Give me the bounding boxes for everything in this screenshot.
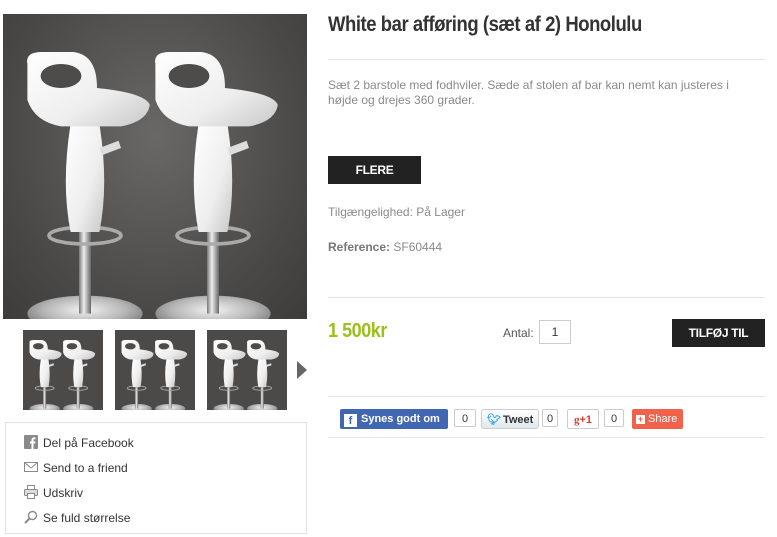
google-plus-count: 0 xyxy=(604,409,624,427)
product-main-image[interactable] xyxy=(3,14,307,319)
reference-value: SF60444 xyxy=(393,240,443,254)
thumbnail-next-arrow-icon[interactable] xyxy=(297,361,307,379)
product-description: Sæt 2 barstole med fodhviler. Sæde af st… xyxy=(328,78,729,107)
google-plus-button[interactable]: g+1 xyxy=(567,409,599,429)
quantity-input[interactable] xyxy=(539,320,571,344)
divider xyxy=(328,59,765,60)
printer-icon xyxy=(24,485,38,499)
add-to-cart-button[interactable]: TILFØJ TIL KURV xyxy=(672,319,765,368)
divider xyxy=(328,297,765,298)
tweet-button[interactable]: 🐦︎ Tweet xyxy=(481,409,539,429)
product-price: 1 500kr xyxy=(328,320,387,342)
more-details-button[interactable]: FLERE DETALJER xyxy=(328,156,421,205)
envelope-icon xyxy=(24,460,38,474)
facebook-icon: f xyxy=(344,414,357,427)
twitter-bird-icon: 🐦︎ xyxy=(487,414,501,426)
divider xyxy=(328,396,765,397)
thumbnail-2[interactable] xyxy=(115,330,195,410)
facebook-like-count: 0 xyxy=(454,409,476,427)
product-title: White bar afføring (sæt af 2) Honolulu xyxy=(328,13,642,36)
view-full-size-link[interactable]: Se fuld størrelse xyxy=(24,509,130,525)
send-to-friend-link[interactable]: Send to a friend xyxy=(24,459,128,475)
product-photo xyxy=(25,50,280,319)
thumbnail-1[interactable] xyxy=(23,330,103,410)
share-button[interactable]: + Share xyxy=(632,409,683,429)
plus-icon: + xyxy=(636,414,645,424)
reference-text: Reference: SF60444 xyxy=(328,240,442,254)
facebook-like-button[interactable]: f Synes godt om xyxy=(340,409,448,429)
print-link[interactable]: Udskriv xyxy=(24,484,83,500)
tweet-count: 0 xyxy=(542,409,558,427)
facebook-icon xyxy=(24,435,38,449)
magnifier-icon xyxy=(24,510,38,524)
reference-label: Reference: xyxy=(328,240,391,254)
thumbnail-3[interactable] xyxy=(207,330,287,410)
divider xyxy=(328,437,765,438)
quantity-label: Antal: xyxy=(503,326,534,340)
share-links-box: Del på Facebook Send to a friend Udskriv… xyxy=(5,422,307,534)
availability-text: Tilgængelighed: På Lager xyxy=(328,205,465,219)
share-facebook-link[interactable]: Del på Facebook xyxy=(24,434,134,450)
